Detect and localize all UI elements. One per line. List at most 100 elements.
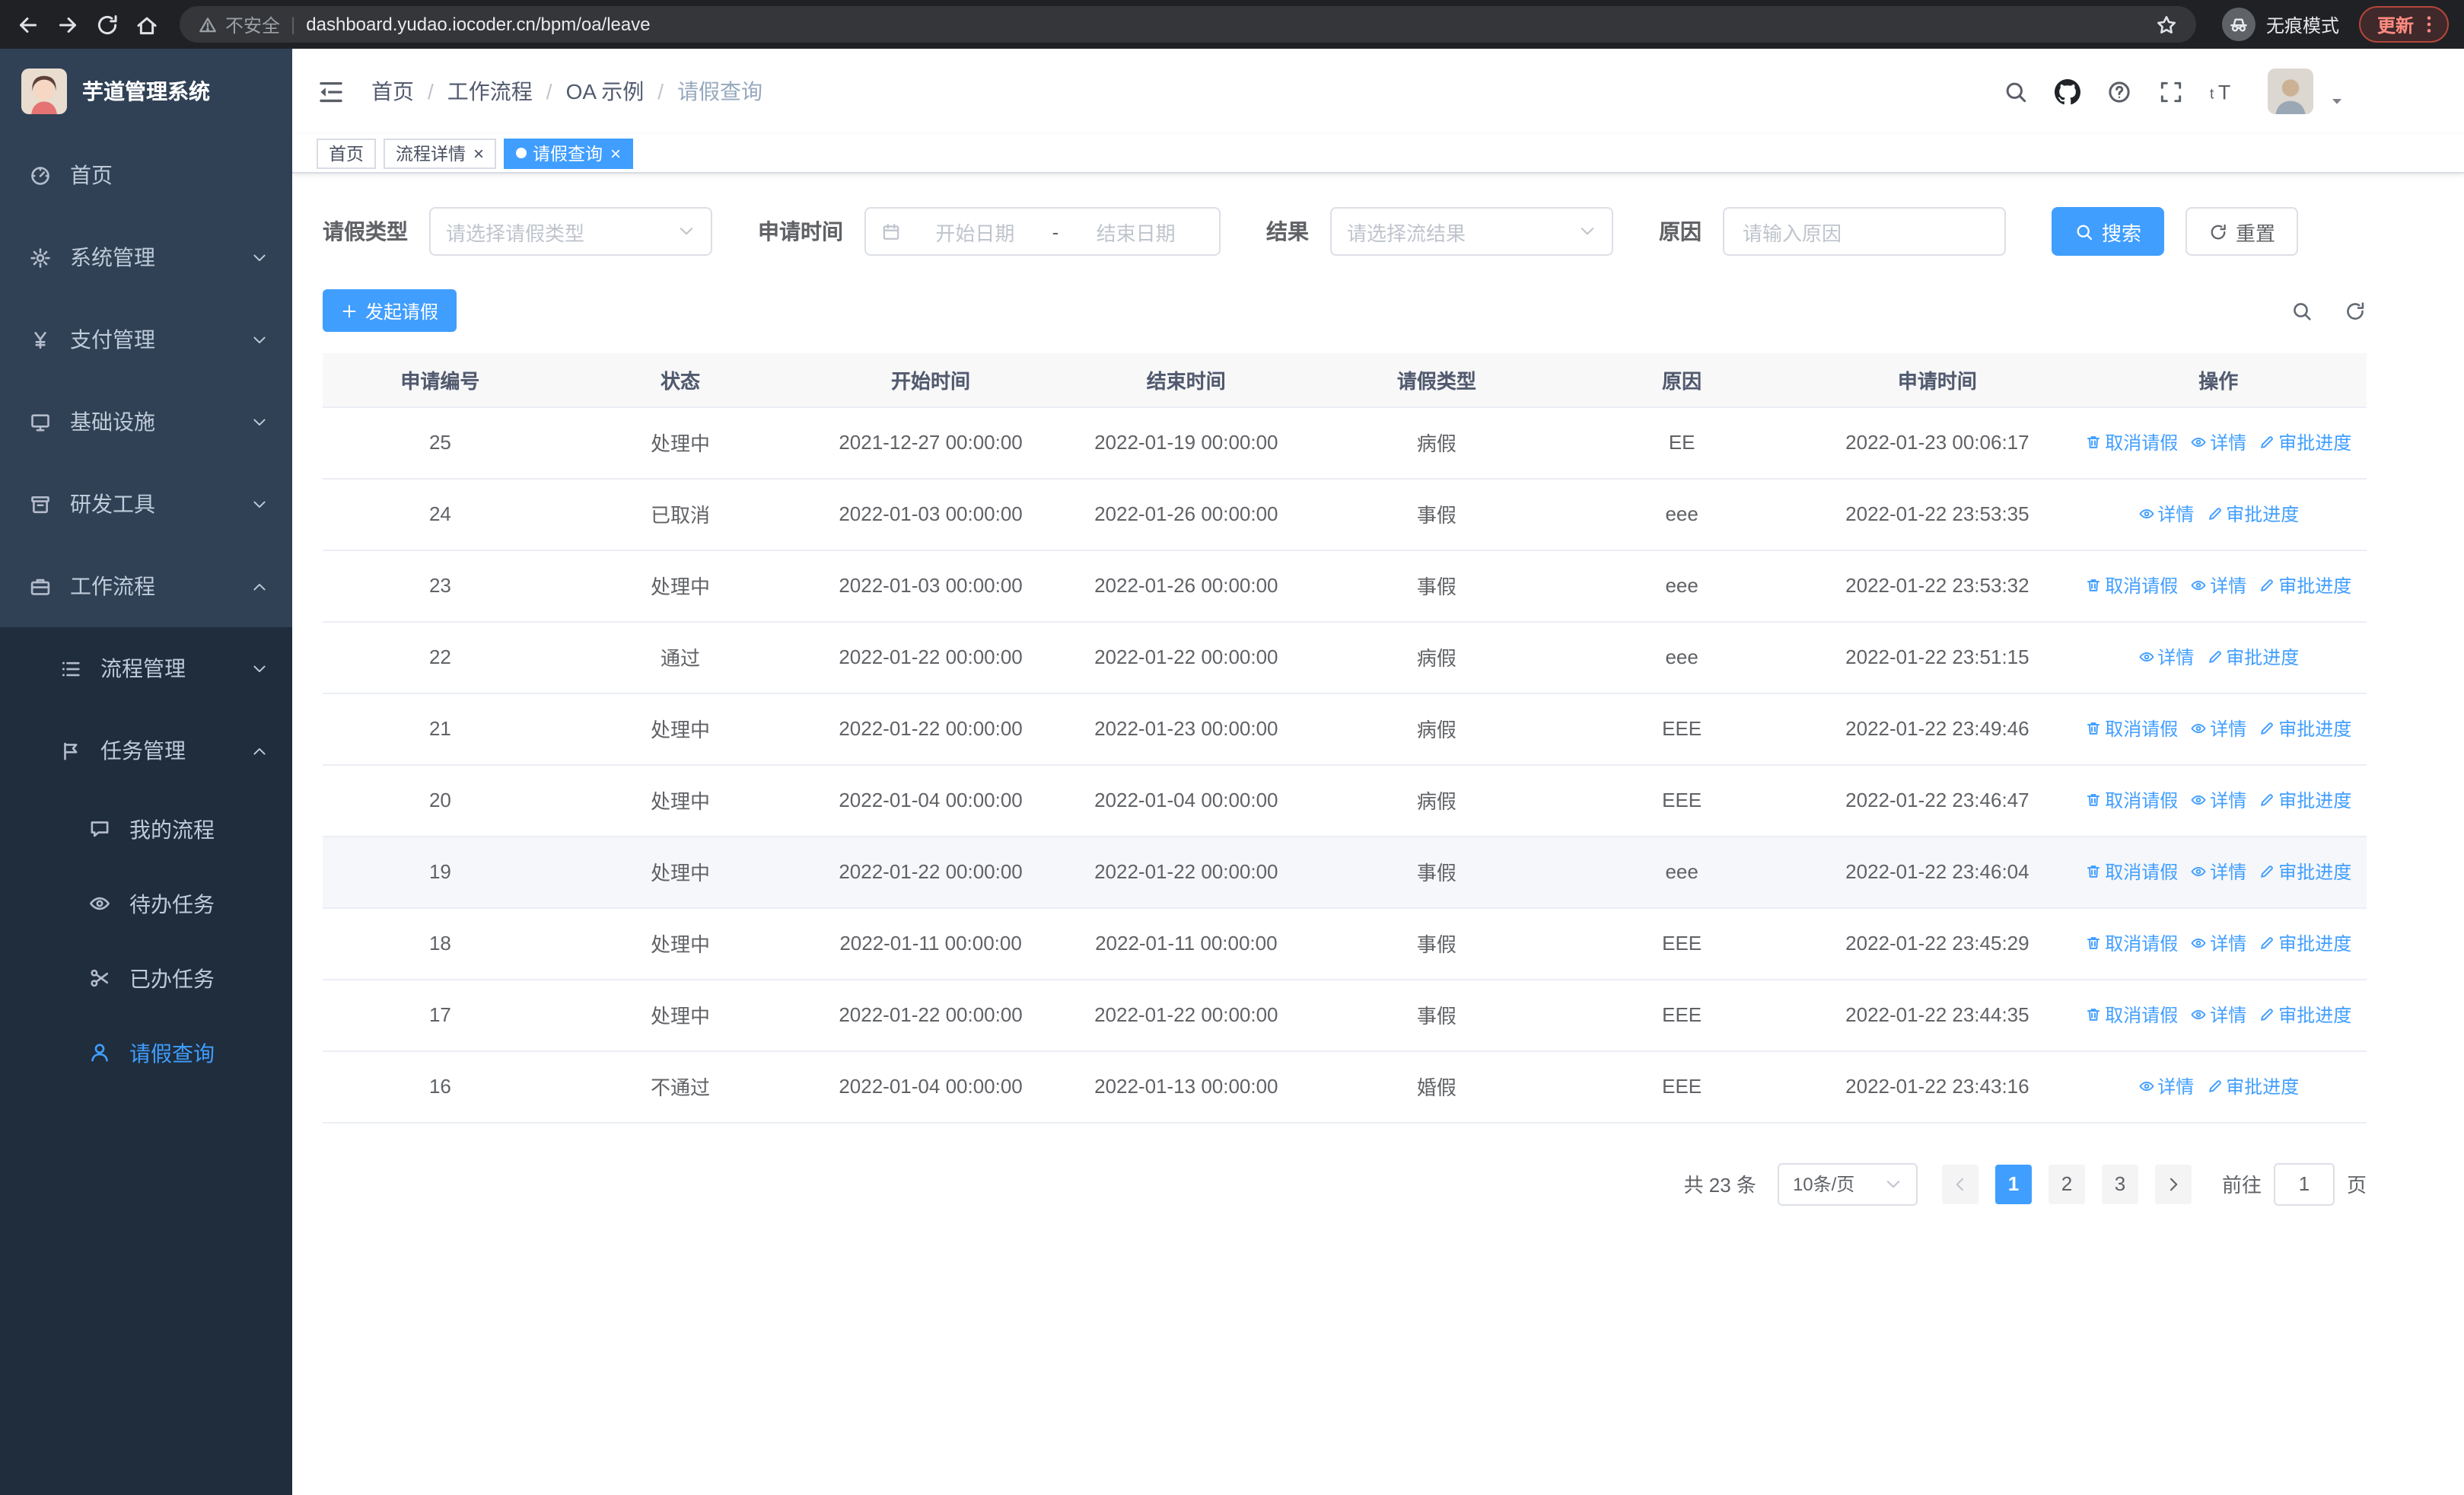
approval-progress-link[interactable]: 审批进度 (2259, 787, 2351, 813)
bookmark-star-icon[interactable] (2155, 13, 2178, 36)
view-tab[interactable]: 首页 (317, 138, 376, 168)
result-select[interactable]: 请选择流结果 (1330, 207, 1613, 256)
pagination-total: 共 23 条 (1683, 1174, 1756, 1197)
refresh-table-button[interactable] (2344, 299, 2367, 322)
sidebar-item-home[interactable]: 首页 (0, 134, 292, 216)
cell-leave-type: 事假 (1313, 478, 1559, 550)
sidebar-item-infra[interactable]: 基础设施 (0, 381, 292, 463)
close-tab-icon[interactable]: × (610, 144, 621, 162)
sidebar-item-payment[interactable]: 支付管理 (0, 298, 292, 381)
cell-actions: 取消请假 详情 审批进度 (2070, 907, 2367, 980)
sidebar-logo[interactable]: 芋道管理系统 (0, 49, 292, 134)
sidebar-item-workflow[interactable]: 工作流程 (0, 545, 292, 627)
refresh-icon (2208, 222, 2228, 241)
page-button-1[interactable]: 1 (1994, 1164, 2032, 1203)
sidebar-item-done-task[interactable]: 已办任务 (0, 941, 292, 1015)
detail-link[interactable]: 详情 (2138, 644, 2194, 670)
help-icon[interactable] (2106, 78, 2132, 104)
table-row: 21 处理中 2022-01-22 00:00:00 2022-01-23 00:00… (323, 693, 2367, 765)
cell-actions: 取消请假 详情 审批进度 (2070, 693, 2367, 765)
cancel-leave-link[interactable]: 取消请假 (2085, 1002, 2178, 1028)
address-bar[interactable]: 不安全 | dashboard.yudao.iocoder.cn/bpm/oa/… (180, 6, 2196, 43)
browser-forward-icon[interactable] (55, 11, 81, 37)
breadcrumb-item[interactable]: 首页 (371, 76, 414, 107)
detail-link[interactable]: 详情 (2190, 429, 2246, 455)
goto-page-input[interactable] (2273, 1162, 2335, 1205)
user-avatar[interactable] (2268, 69, 2313, 114)
sidebar-item-task-mgmt[interactable]: 任务管理 (0, 709, 292, 792)
browser-menu-icon[interactable] (2418, 14, 2440, 35)
breadcrumb-item[interactable]: 工作流程 (447, 76, 533, 107)
close-tab-icon[interactable]: × (473, 144, 484, 162)
cell-id: 18 (323, 907, 558, 980)
approval-progress-link[interactable]: 审批进度 (2206, 644, 2299, 670)
cell-id: 22 (323, 621, 558, 693)
sidebar-item-system[interactable]: 系统管理 (0, 216, 292, 298)
detail-link[interactable]: 详情 (2190, 930, 2246, 956)
reason-input[interactable]: 请输入原因 (1723, 207, 2006, 256)
page-button-2[interactable]: 2 (2048, 1164, 2085, 1203)
detail-link[interactable]: 详情 (2190, 859, 2246, 885)
font-size-icon[interactable]: tT (2210, 78, 2236, 104)
browser-update-button[interactable]: 更新 (2358, 6, 2449, 43)
search-icon (2074, 222, 2094, 241)
approval-progress-link[interactable]: 审批进度 (2259, 429, 2351, 455)
reset-button[interactable]: 重置 (2185, 207, 2299, 256)
detail-link[interactable]: 详情 (2190, 716, 2246, 741)
cancel-leave-link[interactable]: 取消请假 (2085, 787, 2178, 813)
security-chip[interactable]: 不安全 (198, 11, 280, 37)
approval-progress-link[interactable]: 审批进度 (2259, 572, 2351, 598)
sidebar-toggle-button[interactable] (317, 77, 345, 106)
cancel-leave-link[interactable]: 取消请假 (2085, 859, 2178, 885)
leave-type-select[interactable]: 请选择请假类型 (429, 207, 712, 256)
breadcrumb-item[interactable]: OA 示例 (566, 76, 645, 107)
view-tab[interactable]: 流程详情 × (384, 138, 497, 168)
header-search-icon[interactable] (2003, 78, 2029, 104)
table-toolbar: 发起请假 (323, 289, 2367, 332)
cell-start-time: 2022-01-04 00:00:00 (803, 1050, 1059, 1123)
create-leave-button[interactable]: 发起请假 (323, 289, 457, 332)
search-button[interactable]: 搜索 (2052, 207, 2165, 256)
tool-icon (29, 492, 52, 515)
cell-leave-type: 病假 (1313, 764, 1559, 837)
eye-icon (2138, 649, 2154, 665)
prev-page-button[interactable] (1941, 1164, 1979, 1203)
apply-time-range-picker[interactable]: 开始日期 - 结束日期 (864, 207, 1221, 256)
approval-progress-link[interactable]: 审批进度 (2206, 501, 2299, 527)
browser-reload-icon[interactable] (94, 11, 120, 37)
github-icon[interactable] (2055, 78, 2080, 104)
sidebar-item-my-process[interactable]: 我的流程 (0, 792, 292, 866)
cell-id: 25 (323, 406, 558, 479)
user-menu-caret-icon[interactable] (2329, 92, 2345, 109)
approval-progress-link[interactable]: 审批进度 (2206, 1073, 2299, 1099)
sidebar-item-todo-task[interactable]: 待办任务 (0, 866, 292, 941)
screen: 不安全 | dashboard.yudao.iocoder.cn/bpm/oa/… (0, 0, 2464, 1495)
fullscreen-icon[interactable] (2158, 78, 2184, 104)
browser-home-icon[interactable] (134, 11, 160, 37)
chevron-down-icon (251, 249, 268, 266)
view-tab[interactable]: 请假查询 × (504, 138, 634, 168)
detail-link[interactable]: 详情 (2138, 1073, 2194, 1099)
detail-link[interactable]: 详情 (2138, 501, 2194, 527)
cancel-leave-link[interactable]: 取消请假 (2085, 572, 2178, 598)
detail-link[interactable]: 详情 (2190, 787, 2246, 813)
approval-progress-link[interactable]: 审批进度 (2259, 1002, 2351, 1028)
sidebar-item-process-mgmt[interactable]: 流程管理 (0, 627, 292, 709)
sidebar-item-devtools[interactable]: 研发工具 (0, 463, 292, 545)
detail-link[interactable]: 详情 (2190, 572, 2246, 598)
detail-link[interactable]: 详情 (2190, 1002, 2246, 1028)
page-size-select[interactable]: 10条/页 (1777, 1162, 1918, 1205)
eye-icon (2138, 1078, 2154, 1095)
page-button-3[interactable]: 3 (2101, 1164, 2138, 1203)
approval-progress-link[interactable]: 审批进度 (2259, 716, 2351, 741)
approval-progress-link[interactable]: 审批进度 (2259, 859, 2351, 885)
toggle-search-button[interactable] (2291, 299, 2313, 322)
browser-back-icon[interactable] (15, 11, 41, 37)
cancel-leave-link[interactable]: 取消请假 (2085, 930, 2178, 956)
approval-progress-link[interactable]: 审批进度 (2259, 930, 2351, 956)
cancel-leave-link[interactable]: 取消请假 (2085, 716, 2178, 741)
chevron-down-icon (1578, 222, 1597, 241)
cancel-leave-link[interactable]: 取消请假 (2085, 429, 2178, 455)
next-page-button[interactable] (2154, 1164, 2192, 1203)
sidebar-item-leave-query[interactable]: 请假查询 (0, 1015, 292, 1090)
